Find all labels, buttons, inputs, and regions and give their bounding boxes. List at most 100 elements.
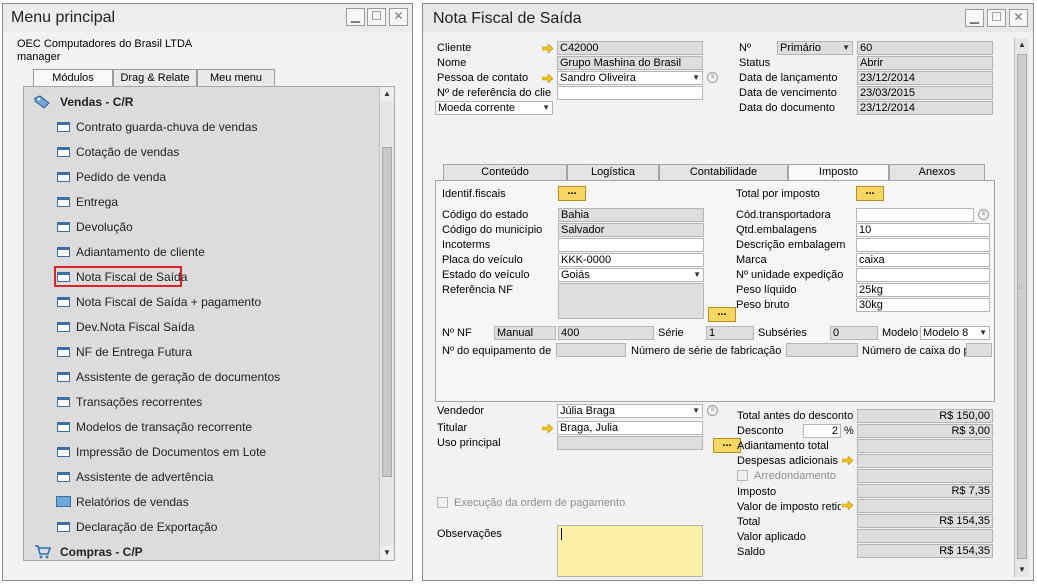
estado-field[interactable]: Bahia bbox=[558, 208, 704, 222]
menu-scrollbar[interactable]: ▲ ▼ bbox=[379, 87, 394, 560]
section-compras[interactable]: Compras - C/P bbox=[24, 539, 379, 560]
placa-field[interactable]: KKK-0000 bbox=[558, 253, 704, 267]
despesas-label: Despesas adicionais bbox=[737, 455, 838, 467]
tab-logistica[interactable]: Logística bbox=[567, 164, 659, 181]
titular-field[interactable]: Braga, Julia bbox=[557, 421, 703, 435]
link-arrow-icon[interactable] bbox=[842, 456, 853, 465]
menu-item-pedido[interactable]: Pedido de venda bbox=[24, 164, 379, 189]
menu-item-adiantamento[interactable]: Adiantamento de cliente bbox=[24, 239, 379, 264]
peso-bruto-field[interactable]: 30kg bbox=[856, 298, 990, 312]
main-menu-window: Menu principal ▁ ☐ ✕ OEC Computadores do… bbox=[2, 3, 413, 581]
close-button[interactable]: ✕ bbox=[389, 8, 408, 26]
referencia-nf-chooser-button[interactable]: ... bbox=[708, 307, 736, 322]
scroll-down-icon[interactable]: ▼ bbox=[380, 546, 394, 560]
close-button[interactable]: ✕ bbox=[1009, 9, 1028, 27]
desconto-pct-field[interactable]: 2 bbox=[803, 424, 841, 438]
scroll-up-icon[interactable]: ▲ bbox=[1015, 38, 1029, 52]
menu-item-entrega[interactable]: Entrega bbox=[24, 189, 379, 214]
scroll-thumb[interactable] bbox=[1017, 54, 1027, 559]
total-imposto-chooser-button[interactable]: ... bbox=[856, 186, 884, 201]
municipio-field[interactable]: Salvador bbox=[558, 223, 704, 237]
menu-item-cotacao[interactable]: Cotação de vendas bbox=[24, 139, 379, 164]
serie-field[interactable]: 1 bbox=[706, 326, 754, 340]
link-arrow-icon[interactable] bbox=[542, 74, 553, 83]
module-tree: Vendas - C/R Contrato guarda-chuva de ve… bbox=[23, 86, 395, 561]
minimize-button[interactable]: ▁ bbox=[965, 9, 984, 27]
list-options-icon[interactable]: ≡ bbox=[707, 405, 718, 416]
nome-label: Nome bbox=[437, 57, 467, 69]
total-antes-label: Total antes do desconto bbox=[737, 410, 854, 422]
contato-select[interactable]: Sandro Oliveira bbox=[557, 71, 703, 85]
imposto-label: Imposto bbox=[737, 486, 777, 498]
menu-item-declaracao[interactable]: Declaração de Exportação bbox=[24, 514, 379, 539]
menu-item-label: Modelos de transação recorrente bbox=[76, 420, 253, 434]
desconto-field[interactable]: R$ 3,00 bbox=[857, 424, 993, 438]
list-options-icon[interactable]: ≡ bbox=[707, 72, 718, 83]
menu-item-transacoes[interactable]: Transações recorrentes bbox=[24, 389, 379, 414]
menu-item-assistente-geracao[interactable]: Assistente de geração de documentos bbox=[24, 364, 379, 389]
moeda-select[interactable]: Moeda corrente bbox=[435, 101, 553, 115]
scroll-thumb[interactable] bbox=[382, 147, 392, 477]
estado-veiculo-select[interactable]: Goiás bbox=[558, 268, 704, 282]
menu-item-impressao[interactable]: Impressão de Documentos em Lote bbox=[24, 439, 379, 464]
menu-item-advertencia[interactable]: Assistente de advertência bbox=[24, 464, 379, 489]
titular-label: Titular bbox=[437, 422, 468, 434]
modelo-select[interactable]: Modelo 8 bbox=[920, 326, 990, 340]
marca-field[interactable]: caixa bbox=[856, 253, 990, 267]
link-arrow-icon[interactable] bbox=[842, 501, 853, 510]
menu-item-label: Nota Fiscal de Saída bbox=[76, 270, 188, 284]
window-icon bbox=[57, 297, 70, 307]
nome-field[interactable]: Grupo Mashina do Brasil bbox=[557, 56, 703, 70]
arredondamento-checkbox[interactable] bbox=[737, 470, 748, 481]
execucao-checkbox[interactable] bbox=[437, 497, 448, 508]
documento-field[interactable]: 23/12/2014 bbox=[857, 101, 993, 115]
maximize-button[interactable]: ☐ bbox=[987, 9, 1006, 27]
referencia-nf-field[interactable] bbox=[558, 283, 704, 319]
menu-item-nf-pagamento[interactable]: Nota Fiscal de Saída + pagamento bbox=[24, 289, 379, 314]
nf-scrollbar[interactable]: ▲ ⁞⁞ ▼ bbox=[1014, 38, 1029, 577]
menu-item-nota-fiscal-saida[interactable]: Nota Fiscal de Saída bbox=[24, 264, 379, 289]
link-arrow-icon[interactable] bbox=[542, 424, 553, 433]
subseries-field[interactable]: 0 bbox=[830, 326, 878, 340]
unidade-expedicao-field[interactable] bbox=[856, 268, 990, 282]
list-options-icon[interactable]: ≡ bbox=[978, 209, 989, 220]
serie-primaria-select[interactable]: Primário bbox=[777, 41, 853, 55]
transportadora-field[interactable] bbox=[856, 208, 974, 222]
referencia-field[interactable] bbox=[557, 86, 703, 100]
equipamento-field[interactable] bbox=[556, 343, 626, 357]
incoterms-field[interactable] bbox=[558, 238, 704, 252]
scroll-down-icon[interactable]: ▼ bbox=[1015, 563, 1029, 577]
qtd-embalagens-field[interactable]: 10 bbox=[856, 223, 990, 237]
lancamento-field[interactable]: 23/12/2014 bbox=[857, 71, 993, 85]
caixa-field[interactable] bbox=[966, 343, 992, 357]
menu-item-devolucao[interactable]: Devolução bbox=[24, 214, 379, 239]
tab-conteudo[interactable]: Conteúdo bbox=[443, 164, 567, 181]
cliente-field[interactable]: C42000 bbox=[557, 41, 703, 55]
menu-item-relatorios[interactable]: Relatórios de vendas bbox=[24, 489, 379, 514]
identif-chooser-button[interactable]: ... bbox=[558, 186, 586, 201]
vendedor-select[interactable]: Júlia Braga bbox=[557, 404, 703, 418]
maximize-button[interactable]: ☐ bbox=[367, 8, 386, 26]
uso-principal-field[interactable] bbox=[557, 436, 703, 450]
menu-item-modelos[interactable]: Modelos de transação recorrente bbox=[24, 414, 379, 439]
company-name: OEC Computadores do Brasil LTDA bbox=[17, 38, 193, 50]
tab-meu-menu[interactable]: Meu menu bbox=[197, 69, 275, 87]
observacoes-textarea[interactable] bbox=[557, 525, 703, 577]
minimize-button[interactable]: ▁ bbox=[346, 8, 365, 26]
numero-field: 60 bbox=[857, 41, 993, 55]
tab-contabilidade[interactable]: Contabilidade bbox=[659, 164, 788, 181]
menu-item-dev-nf[interactable]: Dev.Nota Fiscal Saída bbox=[24, 314, 379, 339]
tab-drag-relate[interactable]: Drag & Relate bbox=[113, 69, 197, 87]
scroll-up-icon[interactable]: ▲ bbox=[380, 87, 394, 101]
adiantamento-label: Adiantamento total bbox=[737, 440, 829, 452]
menu-item-contrato[interactable]: Contrato guarda-chuva de vendas bbox=[24, 114, 379, 139]
section-vendas[interactable]: Vendas - C/R bbox=[24, 89, 379, 114]
link-arrow-icon[interactable] bbox=[542, 44, 553, 53]
tab-anexos[interactable]: Anexos bbox=[889, 164, 985, 181]
nf-numero-field[interactable]: 400 bbox=[558, 326, 654, 340]
descricao-embalagem-field[interactable] bbox=[856, 238, 990, 252]
peso-liquido-field[interactable]: 25kg bbox=[856, 283, 990, 297]
menu-item-nf-entrega-futura[interactable]: NF de Entrega Futura bbox=[24, 339, 379, 364]
vencimento-field[interactable]: 23/03/2015 bbox=[857, 86, 993, 100]
serie-fabricacao-field[interactable] bbox=[786, 343, 858, 357]
